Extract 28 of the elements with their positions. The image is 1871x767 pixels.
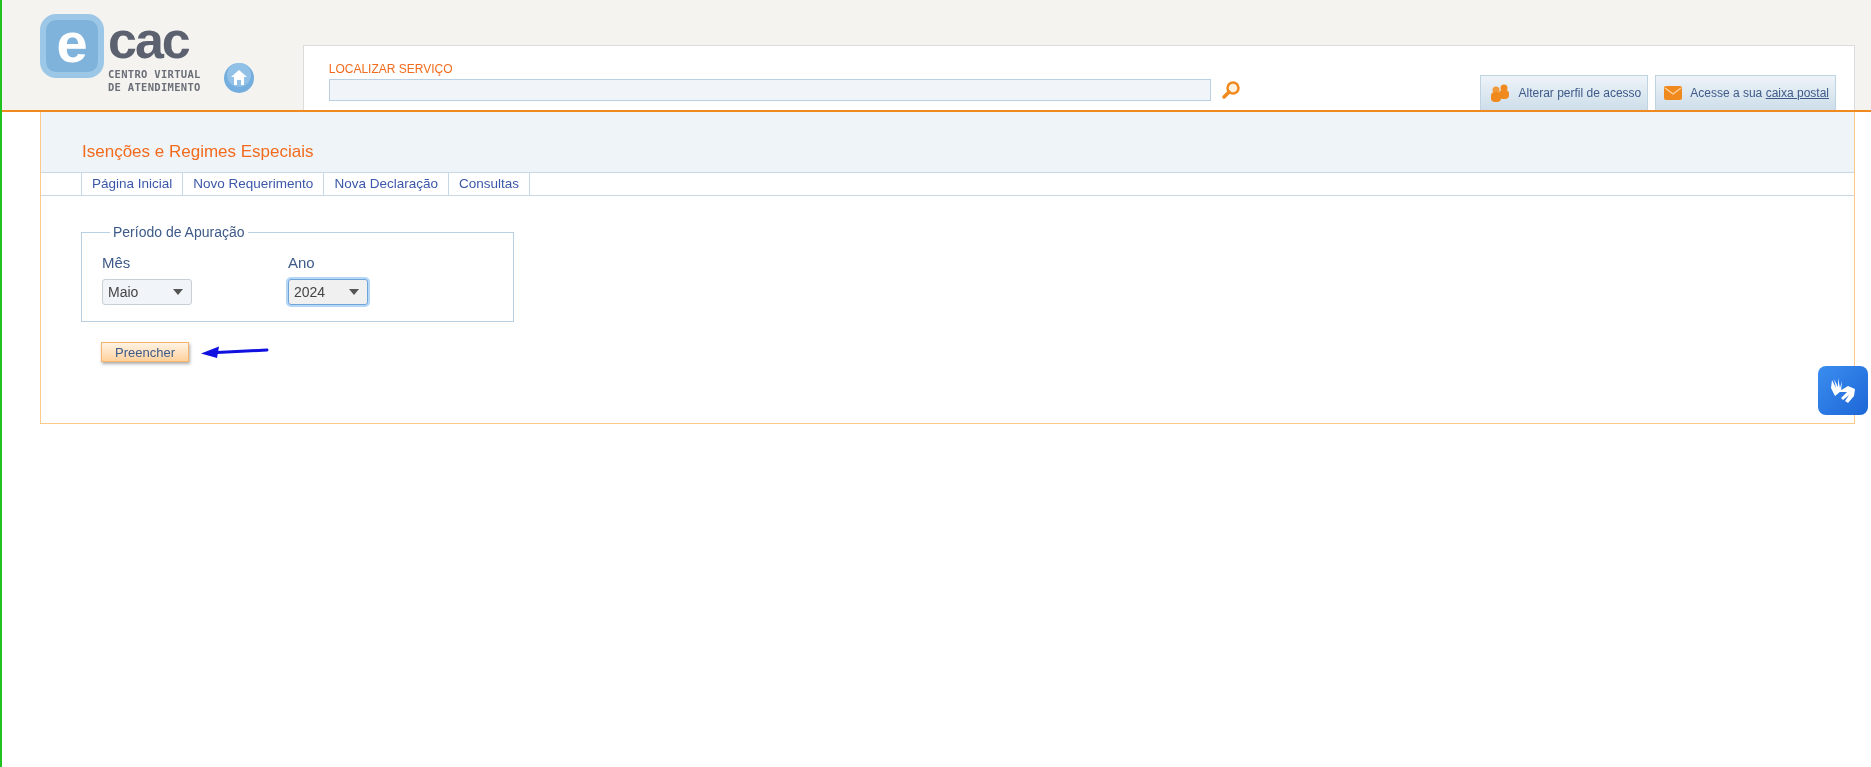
profile-button[interactable]: Alterar perfil de acesso — [1479, 75, 1649, 110]
people-icon — [1488, 83, 1511, 103]
nav-tab[interactable]: Página Inicial — [81, 173, 183, 195]
caret-icon — [173, 289, 183, 295]
fill-button[interactable]: Preencher — [101, 342, 189, 362]
caret-icon — [349, 289, 360, 295]
nav-tab[interactable]: Nova Declaração — [323, 173, 448, 195]
search-icon[interactable] — [1220, 80, 1241, 100]
search-field[interactable] — [328, 79, 1211, 101]
mailbox-link[interactable]: caixa postal — [1765, 86, 1829, 100]
sign-language-button[interactable] — [1818, 366, 1868, 415]
dropdown-select[interactable]: 2024 — [288, 279, 369, 305]
fieldset-legend: Período de Apuração — [110, 224, 248, 240]
mailbox-button[interactable]: Acesse a sua caixa postal — [1655, 75, 1836, 110]
logo-word: cac — [108, 12, 190, 68]
pointer-arrow — [199, 345, 269, 359]
dropdown-select[interactable]: Maio — [102, 279, 192, 305]
section-title: Isenções e Regimes Especiais — [82, 142, 314, 162]
nav-tab[interactable]: Consultas — [447, 173, 530, 195]
field-label: Mês — [102, 254, 132, 271]
logo-letter: e — [40, 14, 104, 78]
home-icon[interactable] — [222, 62, 255, 94]
field-label: Ano — [288, 254, 316, 271]
envelope-icon — [1664, 86, 1683, 100]
search-label: LOCALIZAR SERVIÇO — [328, 62, 454, 76]
logo-tagline: CENTRO VIRTUAL — [108, 68, 201, 81]
logo-tagline: DE ATENDIMENTO — [108, 81, 201, 94]
nav-tab[interactable]: Novo Requerimento — [182, 173, 324, 195]
